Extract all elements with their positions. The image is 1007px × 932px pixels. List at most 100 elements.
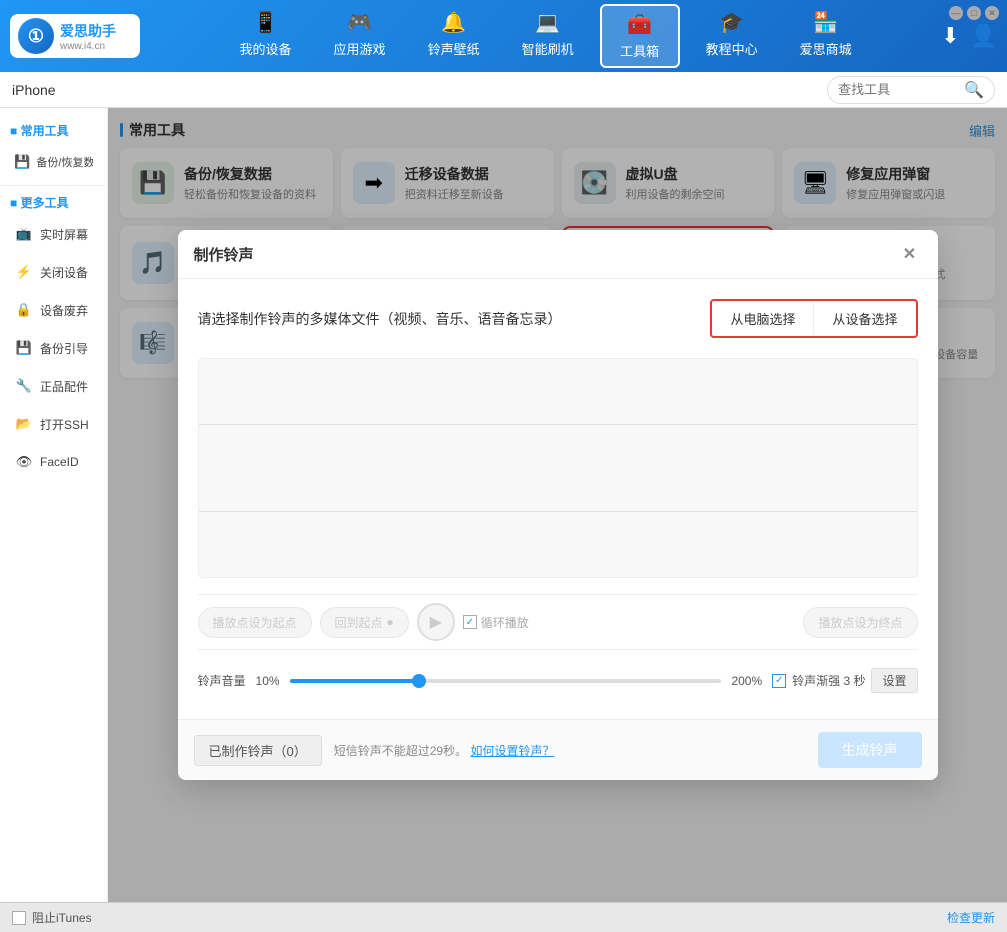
ringtone-dialog: 制作铃声 ✕ 请选择制作铃声的多媒体文件（视频、音乐、语音备忘录） 从电脑选择 …: [178, 230, 938, 780]
nav-item-smart-flash[interactable]: 💻 智能刷机: [506, 4, 590, 68]
nav-label-smart-flash: 智能刷机: [522, 39, 574, 58]
play-icon: ▶: [430, 612, 442, 632]
nav-item-toolbox[interactable]: 🧰 工具箱: [600, 4, 680, 68]
generate-button[interactable]: 生成铃声: [818, 732, 922, 768]
nav-item-ringtone-wallpaper[interactable]: 🔔铃声壁纸: [412, 4, 496, 68]
top-nav: ① 爱思助手 www.i4.cn 📱 我的设备 🎮 应用游戏 🔔铃声壁纸 💻 智能刷机 🧰 工具…: [0, 0, 1007, 72]
sidebar-genuine-label: 正品配件: [40, 378, 88, 395]
volume-slider[interactable]: [290, 679, 722, 683]
audio-preview: [198, 358, 918, 578]
logo-icon: ①: [18, 18, 54, 54]
volume-max: 200%: [731, 674, 762, 688]
sidebar-item-device-idle[interactable]: 🔒 设备废弃: [4, 292, 103, 328]
logo-title: 爱思助手: [60, 21, 116, 41]
loop-setting: ✓ 铃声渐强 3 秒 设置: [772, 668, 917, 693]
play-button[interactable]: ▶: [417, 603, 455, 641]
loop-checkbox[interactable]: ✓: [463, 615, 477, 629]
setup-ringtone-link[interactable]: 如何设置铃声？: [470, 744, 554, 758]
nav-icon-smart-flash: 💻: [535, 10, 560, 35]
logo-text: 爱思助手 www.i4.cn: [60, 21, 116, 52]
from-device-button[interactable]: 从设备选择: [814, 301, 915, 336]
maximize-button[interactable]: □: [967, 6, 981, 20]
sidebar-item-faceid[interactable]: 👁 FaceID: [4, 444, 103, 480]
dialog-prompt-text: 请选择制作铃声的多媒体文件（视频、音乐、语音备忘录）: [198, 309, 691, 329]
setting-button[interactable]: 设置: [871, 668, 917, 693]
made-count-button[interactable]: 已制作铃声（0）: [194, 735, 322, 766]
nav-label-apps-games: 应用游戏: [334, 39, 386, 58]
volume-row: 铃声音量 10% 200% ✓ 铃声渐强 3 秒 设置: [198, 662, 918, 699]
from-pc-button[interactable]: 从电脑选择: [712, 301, 814, 336]
account-icon[interactable]: 👤: [970, 23, 997, 49]
sidebar-screen-icon: 📺: [14, 224, 34, 244]
sidebar-common-title: ■ 常用工具: [0, 116, 107, 143]
nav-label-ringtone-wallpaper: 铃声壁纸: [428, 39, 480, 58]
sidebar-item-ssh[interactable]: 📂 打开SSH: [4, 406, 103, 442]
nav-icon-apps-games: 🎮: [347, 10, 372, 35]
volume-thumb: [412, 674, 426, 688]
dialog-prompt: 请选择制作铃声的多媒体文件（视频、音乐、语音备忘录） 从电脑选择 从设备选择: [198, 299, 918, 338]
itunes-checkbox[interactable]: [12, 911, 26, 925]
sidebar-device-idle-icon: 🔒: [14, 300, 34, 320]
set-start-button[interactable]: 播放点设为起点: [198, 607, 312, 638]
audio-timeline-bottom: [199, 511, 917, 512]
dialog-close-button[interactable]: ✕: [898, 242, 922, 266]
sidebar-more-title: ■ 更多工具: [0, 185, 107, 215]
nav-item-i4-store[interactable]: 🏪 爱思商城: [784, 4, 868, 68]
minimize-button[interactable]: —: [949, 6, 963, 20]
sidebar-ssh-icon: 📂: [14, 414, 34, 434]
nav-item-my-device[interactable]: 📱 我的设备: [224, 4, 308, 68]
nav-icon-toolbox: 🧰: [627, 12, 652, 37]
download-icon[interactable]: ⬇: [941, 23, 959, 49]
dialog-header: 制作铃声 ✕: [178, 230, 938, 279]
sms-notice-text: 短信铃声不能超过29秒。: [334, 744, 467, 758]
dialog-body: 请选择制作铃声的多媒体文件（视频、音乐、语音备忘录） 从电脑选择 从设备选择 播: [178, 279, 938, 719]
sidebar-device-idle-label: 设备废弃: [40, 302, 88, 319]
device-name: iPhone: [12, 82, 56, 98]
nav-icon-my-device: 📱: [253, 10, 278, 35]
nav-label-my-device: 我的设备: [240, 39, 292, 58]
sidebar-backup-label: 备份/恢复数据: [36, 154, 93, 170]
loop-fade-label: 铃声渐强 3 秒: [792, 672, 865, 689]
sidebar-item-backup[interactable]: 💾 备份/恢复数据: [4, 144, 103, 180]
set-end-button[interactable]: 播放点设为终点: [803, 607, 917, 638]
sidebar-backup-guide-icon: 💾: [14, 338, 34, 358]
nav-label-toolbox: 工具箱: [620, 41, 659, 60]
search-box: 🔍: [827, 76, 995, 104]
back-to-start-label: 回到起点: [335, 614, 383, 631]
sidebar-backup-icon: 💾: [14, 152, 30, 172]
sidebar-faceid-label: FaceID: [40, 455, 79, 469]
sidebar-ssh-label: 打开SSH: [40, 416, 89, 433]
nav-icon-i4-store: 🏪: [813, 10, 838, 35]
sidebar-item-backup-guide[interactable]: 💾 备份引导: [4, 330, 103, 366]
nav-item-apps-games[interactable]: 🎮 应用游戏: [318, 4, 402, 68]
loop-check[interactable]: ✓ 循环播放: [463, 614, 529, 631]
device-bar: iPhone 🔍: [0, 72, 1007, 108]
sidebar-screen-label: 实时屏幕: [40, 226, 88, 243]
playback-controls: 播放点设为起点 回到起点 ● ▶ ✓ 循环播放 播放点设为终点: [198, 594, 918, 650]
check-update-link[interactable]: 检查更新: [947, 909, 995, 926]
search-input[interactable]: [838, 82, 958, 97]
sidebar-item-genuine[interactable]: 🔧 正品配件: [4, 368, 103, 404]
audio-timeline-top: [199, 424, 917, 425]
sidebar-genuine-icon: 🔧: [14, 376, 34, 396]
dialog-overlay: 制作铃声 ✕ 请选择制作铃声的多媒体文件（视频、音乐、语音备忘录） 从电脑选择 …: [108, 108, 1007, 902]
nav-item-tutorial[interactable]: 🎓教程中心: [690, 4, 774, 68]
back-icon: ●: [387, 615, 394, 629]
loop-fade-checkbox[interactable]: ✓: [772, 674, 786, 688]
search-icon: 🔍: [964, 80, 984, 100]
nav-label-i4-store: 爱思商城: [800, 39, 852, 58]
source-select-group: 从电脑选择 从设备选择: [710, 299, 917, 338]
back-to-start-button[interactable]: 回到起点 ●: [320, 607, 409, 638]
logo-url: www.i4.cn: [60, 41, 116, 52]
nav-right: ⬇ 👤: [941, 23, 997, 49]
sidebar-shutdown-icon: ⚡: [14, 262, 34, 282]
sidebar-item-shutdown[interactable]: ⚡ 关闭设备: [4, 254, 103, 290]
sms-notice: 短信铃声不能超过29秒。 如何设置铃声？: [334, 742, 555, 759]
nav-icon-tutorial: 🎓: [719, 10, 744, 35]
close-button[interactable]: ✕: [985, 6, 999, 20]
sidebar-item-screen-mirror[interactable]: 📺 实时屏幕: [4, 216, 103, 252]
dialog-title: 制作铃声: [194, 244, 254, 265]
content-area: 常用工具 编辑 💾 备份/恢复数据 轻松备份和恢复设备的资料 ➡ 迁移设备数据 …: [108, 108, 1007, 902]
sidebar-shutdown-label: 关闭设备: [40, 264, 88, 281]
sidebar-faceid-icon: 👁: [14, 452, 34, 472]
